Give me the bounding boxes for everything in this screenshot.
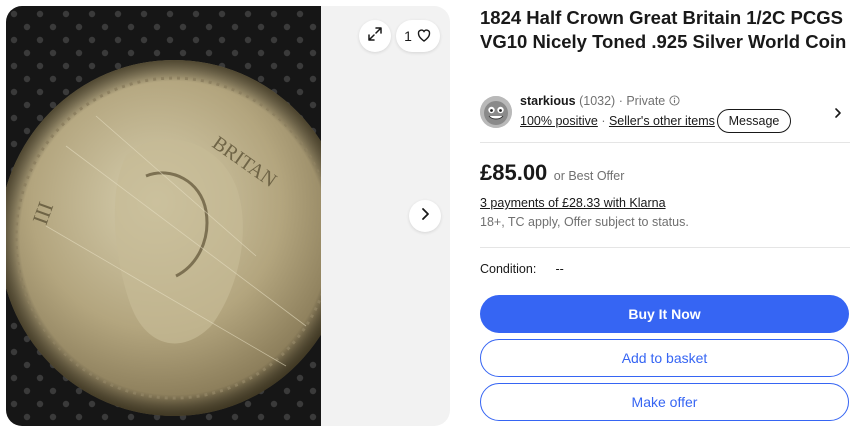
watch-button[interactable]: 1 [396,20,440,52]
feedback-count: (1032) [579,94,616,108]
listing-title: 1824 Half Crown Great Britain 1/2C PCGS … [480,7,847,52]
best-offer-label: or Best Offer [553,169,625,183]
watch-count: 1 [404,28,412,44]
image-gallery: III BRITAN 1 [6,6,450,426]
seller-info: starkious (1032) · Private [520,94,680,108]
make-offer-button[interactable]: Make offer [480,383,849,421]
klarna-link[interactable]: 3 payments of £28.33 with Klarna [480,196,666,210]
condition-row: Condition: -- [480,262,564,276]
condition-label: Condition: [480,262,537,276]
next-image-button[interactable] [409,200,441,232]
info-icon[interactable] [669,94,680,108]
buy-it-now-button[interactable]: Buy It Now [480,295,849,333]
coin-photo[interactable]: III BRITAN [6,6,321,426]
chevron-right-icon [418,207,432,226]
expand-button[interactable] [359,20,391,52]
price: £85.00 [480,160,548,185]
seller-chevron-icon[interactable] [832,106,844,124]
other-items-link[interactable]: Seller's other items [609,114,715,128]
klarna-terms: 18+, TC apply, Offer subject to status. [480,215,689,229]
positive-feedback-link[interactable]: 100% positive [520,114,598,128]
seller-type: · Private [618,94,666,108]
divider [480,142,850,143]
seller-links: 100% positive · Seller's other items [520,114,715,128]
expand-icon [367,26,383,47]
heart-icon [416,27,432,46]
seller-avatar[interactable] [480,96,512,128]
separator: · [601,114,606,128]
seller-card: starkious (1032) · Private 100% positive… [480,92,850,136]
message-button[interactable]: Message [717,109,791,133]
divider [480,247,850,248]
seller-name[interactable]: starkious [520,94,576,108]
condition-value: -- [555,262,564,276]
add-to-basket-button[interactable]: Add to basket [480,339,849,377]
price-row: £85.00 or Best Offer [480,160,624,186]
